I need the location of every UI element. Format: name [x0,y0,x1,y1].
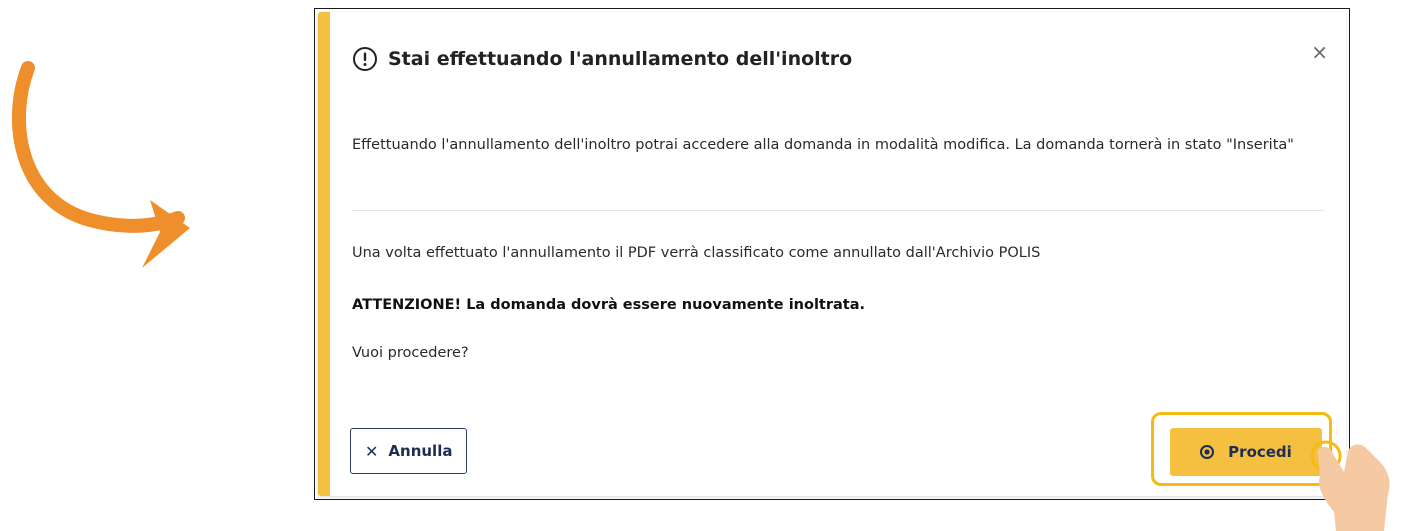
dialog-paragraph-2: Una volta effettuato l'annullamento il P… [352,245,1041,261]
dialog-header: Stai effettuando l'annullamento dell'ino… [352,46,852,72]
dialog-question: Vuoi procedere? [352,345,469,361]
stage: Stai effettuando l'annullamento dell'ino… [0,0,1401,531]
close-icon[interactable]: × [1311,42,1328,62]
proceed-button-label: Procedi [1228,443,1292,461]
divider [352,210,1324,211]
close-icon: ✕ [365,441,379,461]
exclamation-circle-icon [352,46,378,72]
dialog-paragraph-1: Effettuando l'annullamento dell'inoltro … [352,137,1294,153]
pointing-hand-icon [1310,440,1390,531]
tutorial-arrow-icon [12,61,190,268]
dialog-title: Stai effettuando l'annullamento dell'ino… [388,48,853,70]
dot-circle-icon [1200,445,1215,459]
cancel-button-label: Annulla [388,442,453,460]
cancel-button[interactable]: ✕ Annulla [350,428,468,474]
dialog-warning: ATTENZIONE! La domanda dovrà essere nuov… [352,297,866,313]
